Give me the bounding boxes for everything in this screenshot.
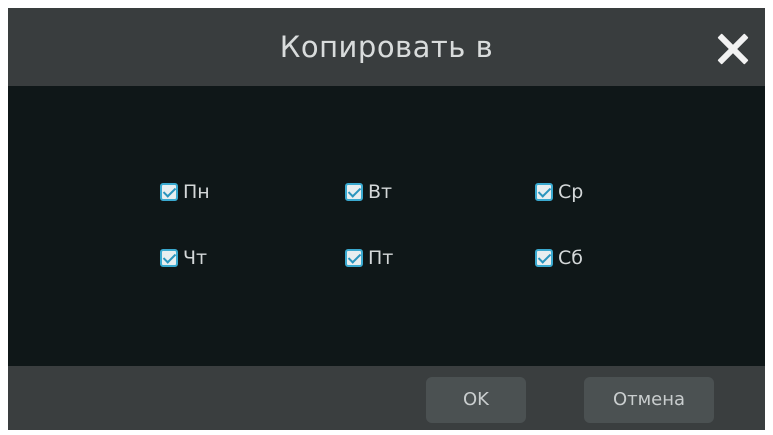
copy-to-dialog: Копировать в Пн Вт Ср Чт Пт Сб OK Отмена (8, 8, 765, 430)
days-panel: Пн Вт Ср Чт Пт Сб (8, 86, 765, 366)
dialog-titlebar: Копировать в (8, 8, 765, 86)
day-label: Ср (558, 181, 584, 203)
checkbox-checked-icon[interactable] (160, 183, 178, 201)
day-label: Сб (558, 247, 583, 269)
day-checkbox-thu[interactable]: Чт (160, 246, 207, 270)
day-checkbox-mon[interactable]: Пн (160, 180, 210, 204)
day-label: Вт (368, 181, 393, 203)
checkbox-checked-icon[interactable] (535, 183, 553, 201)
day-checkbox-fri[interactable]: Пт (345, 246, 393, 270)
ok-button[interactable]: OK (426, 377, 526, 423)
checkbox-checked-icon[interactable] (160, 249, 178, 267)
dialog-title: Копировать в (279, 30, 494, 64)
day-checkbox-sat[interactable]: Сб (535, 246, 583, 270)
checkbox-checked-icon[interactable] (535, 249, 553, 267)
close-icon[interactable] (716, 32, 750, 66)
day-checkbox-tue[interactable]: Вт (345, 180, 392, 204)
day-label: Пн (183, 181, 210, 203)
cancel-button[interactable]: Отмена (584, 377, 714, 423)
day-checkbox-wed[interactable]: Ср (535, 180, 583, 204)
day-label: Чт (183, 247, 208, 269)
checkbox-checked-icon[interactable] (345, 249, 363, 267)
dialog-footer: OK Отмена (8, 366, 765, 430)
day-label: Пт (368, 247, 394, 269)
checkbox-checked-icon[interactable] (345, 183, 363, 201)
